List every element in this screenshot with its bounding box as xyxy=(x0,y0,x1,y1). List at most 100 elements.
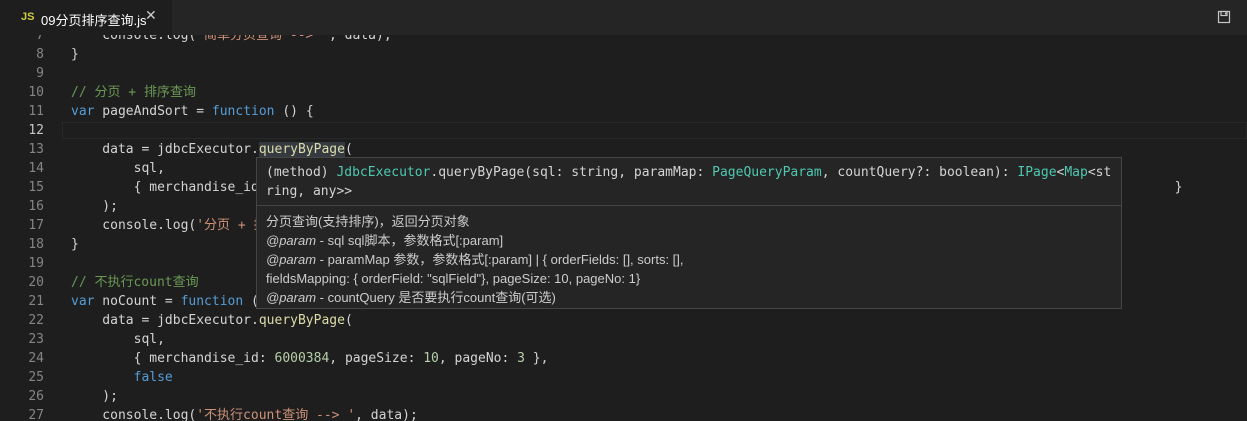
code-line[interactable]: 24 { merchandise_id: 6000384, pageSize: … xyxy=(0,349,1247,368)
code-token: sql, xyxy=(71,161,165,176)
line-code: } xyxy=(71,235,79,254)
line-code: // 不执行count查询 xyxy=(71,273,199,292)
signature-token: , countQuery?: boolean): xyxy=(821,165,1018,180)
code-line[interactable]: 11 var pageAndSort = function () { xyxy=(0,102,1247,121)
code-token: queryByPage xyxy=(258,142,345,157)
code-token: { merchandise_id xyxy=(71,180,259,195)
line-number: 23 xyxy=(28,332,44,347)
param-tag: @param xyxy=(266,252,317,267)
signature-token: PageQueryParam xyxy=(712,165,822,180)
line-code: ); xyxy=(71,197,118,216)
doc-line: 分页查询(支持排序)，返回分页对象 xyxy=(266,212,684,231)
code-line[interactable]: 25 false xyxy=(0,368,1247,387)
code-token: data = jdbcExecutor. xyxy=(71,142,259,157)
line-number: 8 xyxy=(36,47,44,62)
code-line[interactable]: 26 ); xyxy=(0,387,1247,406)
line-number: 7 xyxy=(36,35,44,43)
editor-tab[interactable]: JS 09分页排序查询.js ✕ xyxy=(0,0,172,35)
code-token: console.log( xyxy=(71,218,197,233)
line-code: } xyxy=(71,45,79,64)
tooltip-divider xyxy=(257,205,1121,206)
param-tag: @param xyxy=(266,233,317,248)
code-token: noCount = xyxy=(94,294,181,309)
line-number: 9 xyxy=(36,66,44,81)
signature-token: .queryByPage(sql: string, paramMap: xyxy=(430,165,713,180)
doc-line: @param - paramMap 参数，参数格式[:param] | { or… xyxy=(266,250,684,269)
code-token: , data); xyxy=(355,408,418,421)
code-token: } xyxy=(71,47,79,62)
code-token: pageAndSort = xyxy=(94,104,212,119)
line-code: { merchandise_id: 6000384, pageSize: 10,… xyxy=(71,349,549,368)
code-token: ( xyxy=(344,142,353,157)
code-token: '简单分页查询 --> ' xyxy=(196,35,330,43)
line-number: 17 xyxy=(28,218,44,233)
code-token: var xyxy=(71,294,95,309)
close-icon[interactable]: ✕ xyxy=(145,8,157,24)
line-code: var noCount = function ( xyxy=(71,292,259,311)
doc-line: @param - sql sql脚本，参数格式[:param] xyxy=(266,231,684,250)
line-code: sql, xyxy=(71,330,165,349)
code-token: function xyxy=(211,104,275,119)
code-token: function xyxy=(180,294,244,309)
line-number: 22 xyxy=(28,313,44,328)
code-token: () { xyxy=(274,104,314,119)
line-number: 20 xyxy=(28,275,44,290)
code-line[interactable]: 10 // 分页 + 排序查询 xyxy=(0,83,1247,102)
code-token: }, xyxy=(524,351,549,366)
tab-filename: 09分页排序查询.js xyxy=(41,13,147,28)
code-token: false xyxy=(133,370,173,385)
line-number: 26 xyxy=(28,389,44,404)
line-code: console.log('分页 + 排 xyxy=(71,216,266,235)
line-number: 18 xyxy=(28,237,44,252)
doc-text: - sql sql脚本，参数格式[:param] xyxy=(316,233,504,248)
code-token: ); xyxy=(71,389,118,404)
line-code: // 分页 + 排序查询 xyxy=(71,83,196,102)
param-tag: @param xyxy=(266,290,317,305)
code-token: console.log( xyxy=(71,408,197,421)
code-token: var xyxy=(71,104,95,119)
line-code: data = jdbcExecutor.queryByPage( xyxy=(71,311,353,330)
code-token: data = jdbcExecutor. xyxy=(71,313,259,328)
code-token: console.log( xyxy=(71,35,197,43)
line-number: 19 xyxy=(28,256,44,271)
code-line[interactable]: 22 data = jdbcExecutor.queryByPage( xyxy=(0,311,1247,330)
line-code: var pageAndSort = function () { xyxy=(71,102,314,121)
doc-text: fieldsMapping: { orderField: "sqlField"}… xyxy=(266,271,641,286)
code-token: queryByPage xyxy=(258,313,345,328)
save-all-icon[interactable] xyxy=(1217,10,1231,24)
tab-bar: JS 09分页排序查询.js ✕ xyxy=(0,0,1247,35)
line-number: 16 xyxy=(28,199,44,214)
code-line[interactable]: 23 sql, xyxy=(0,330,1247,349)
javascript-file-icon: JS xyxy=(21,11,35,23)
code-token: { merchandise_id: xyxy=(71,351,275,366)
code-token: } xyxy=(71,237,79,252)
line-number: 25 xyxy=(28,370,44,385)
code-token: , pageNo: xyxy=(438,351,518,366)
code-token: ( xyxy=(344,313,353,328)
code-line[interactable]: 9 xyxy=(0,64,1247,83)
line-number: 24 xyxy=(28,351,44,366)
line-code: false xyxy=(71,368,173,387)
method-documentation: 分页查询(支持排序)，返回分页对象 @param - sql sql脚本，参数格式… xyxy=(266,212,684,307)
current-line-highlight xyxy=(62,122,1247,139)
doc-text: - countQuery 是否要执行count查询(可选) xyxy=(316,290,556,305)
line-number: 14 xyxy=(28,161,44,176)
line-number: 21 xyxy=(28,294,44,309)
code-token: // 分页 + 排序查询 xyxy=(71,85,196,100)
doc-line: @param - countQuery 是否要执行count查询(可选) xyxy=(266,288,684,307)
doc-line: fieldsMapping: { orderField: "sqlField"}… xyxy=(266,269,684,288)
line-number: 11 xyxy=(28,104,44,119)
code-line[interactable]: 8} xyxy=(0,45,1247,64)
signature-token: JdbcExecutor xyxy=(336,165,431,180)
code-line[interactable]: 7 console.log('简单分页查询 --> ', data); xyxy=(0,35,1247,45)
line-code: sql, xyxy=(71,159,165,178)
line-code: console.log('不执行count查询 --> ', data); xyxy=(71,406,418,421)
code-token: '不执行count查询 --> ' xyxy=(196,408,356,421)
code-token: , data); xyxy=(329,35,392,43)
code-token: // 不执行count查询 xyxy=(71,275,199,290)
code-line[interactable]: 27 console.log('不执行count查询 --> ', data); xyxy=(0,406,1247,421)
line-number: 15 xyxy=(28,180,44,195)
code-line[interactable]: 12 xyxy=(0,121,1247,140)
line-number: 13 xyxy=(28,142,44,157)
